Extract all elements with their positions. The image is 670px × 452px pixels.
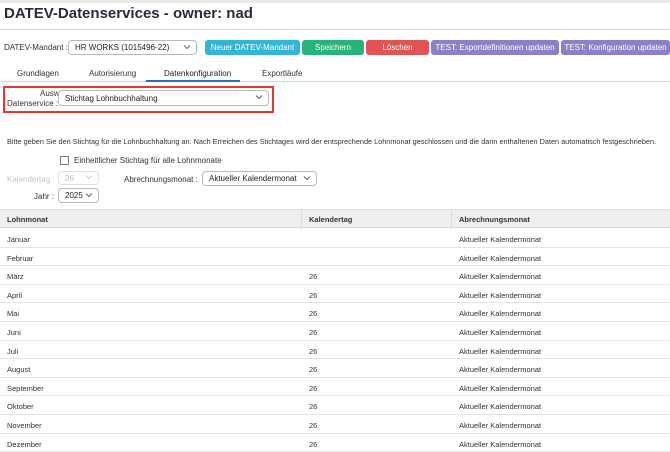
mandant-select-value: HR WORKS (1015496-22) [75, 43, 170, 52]
table-row[interactable]: April 26 Aktueller Kalendermonat [0, 285, 670, 304]
cell-abrechnungsmonat: Aktueller Kalendermonat [459, 272, 542, 282]
kalendertag-select-value: 26 [65, 173, 74, 183]
cell-lohnmonat: August [7, 365, 31, 375]
cell-kalendertag: 26 [309, 346, 318, 356]
cell-kalendertag: 26 [309, 290, 318, 300]
tab-datenkonfiguration[interactable]: Datenkonfiguration [164, 69, 231, 78]
table-row[interactable]: Februar Aktueller Kalendermonat [0, 248, 670, 267]
save-button[interactable]: Speichern [302, 40, 364, 55]
cell-lohnmonat: Oktober [7, 402, 34, 412]
cell-lohnmonat: November [7, 420, 42, 430]
header-abrechnungsmonat[interactable]: Abrechnungsmonat [459, 215, 530, 224]
cell-lohnmonat: Februar [7, 253, 34, 263]
tabs-divider [0, 81, 670, 82]
cell-abrechnungsmonat: Aktueller Kalendermonat [459, 290, 542, 300]
table-row[interactable]: Juni 26 Aktueller Kalendermonat [0, 322, 670, 341]
cell-kalendertag: 26 [309, 402, 318, 412]
cell-abrechnungsmonat: Aktueller Kalendermonat [459, 383, 542, 393]
cell-abrechnungsmonat: Aktueller Kalendermonat [459, 235, 542, 244]
cell-kalendertag: 26 [309, 309, 318, 319]
chevron-down-icon [85, 192, 93, 197]
cell-abrechnungsmonat: Aktueller Kalendermonat [459, 346, 542, 356]
cell-lohnmonat: September [7, 383, 44, 393]
abrechnungsmonat-label: Abrechnungsmonat : [124, 175, 198, 184]
kalendertag-select: 26 [58, 171, 99, 185]
header-kalendertag[interactable]: Kalendertag [309, 215, 352, 224]
cell-abrechnungsmonat: Aktueller Kalendermonat [459, 309, 542, 319]
tab-grundlagen[interactable]: Grundlagen [17, 69, 59, 78]
header-lohnmonat[interactable]: Lohnmonat [7, 215, 48, 224]
info-text: Bitte geben Sie den Stichtag für die Loh… [7, 137, 657, 146]
uniform-deadline-checkbox[interactable] [60, 156, 69, 165]
mandant-select[interactable]: HR WORKS (1015496-22) [68, 40, 197, 55]
cell-kalendertag: 26 [309, 383, 318, 393]
tab-bar: Grundlagen Autorisierung Datenkonfigurat… [0, 64, 670, 82]
active-tab-indicator [146, 80, 240, 82]
jahr-select[interactable]: 2025 [58, 188, 99, 203]
cell-abrechnungsmonat: Aktueller Kalendermonat [459, 365, 542, 375]
top-border [0, 0, 670, 3]
cell-lohnmonat: Juli [7, 346, 19, 356]
datenservice-select[interactable]: Stichtag Lohnbuchhaltung [58, 90, 269, 106]
cell-lohnmonat: Januar [7, 235, 30, 244]
chevron-down-icon [183, 44, 191, 49]
title-divider [0, 29, 670, 30]
table-body: Januar Aktueller Kalendermonat Februar Akt… [0, 229, 670, 452]
new-mandant-button[interactable]: Neuer DATEV-Mandant [205, 40, 300, 55]
cell-kalendertag: 26 [309, 327, 318, 337]
cell-kalendertag: 26 [309, 365, 318, 375]
chevron-down-icon [255, 95, 263, 100]
cell-kalendertag: 26 [309, 272, 318, 282]
cell-abrechnungsmonat: Aktueller Kalendermonat [459, 439, 542, 449]
jahr-select-value: 2025 [65, 191, 83, 200]
table-row[interactable]: Juli 26 Aktueller Kalendermonat [0, 341, 670, 360]
tab-autorisierung[interactable]: Autorisierung [89, 69, 136, 78]
page-title: DATEV-Datenservices - owner: nad [4, 5, 253, 22]
cell-lohnmonat: Dezember [7, 439, 42, 449]
uniform-deadline-label: Einheitlicher Stichtag für alle Lohnmona… [74, 156, 222, 165]
abrechnungsmonat-select-value: Aktueller Kalendermonat [209, 174, 297, 183]
tab-exportlaeufe[interactable]: Exportläufe [262, 69, 302, 78]
delete-button[interactable]: Löschen [366, 40, 429, 55]
table-row[interactable]: August 26 Aktueller Kalendermonat [0, 359, 670, 378]
cell-lohnmonat: März [7, 272, 24, 282]
column-separator [301, 210, 302, 229]
cell-lohnmonat: Juni [7, 327, 21, 337]
abrechnungsmonat-select[interactable]: Aktueller Kalendermonat [202, 171, 317, 186]
kalendertag-label: Kalendertag : [7, 175, 55, 184]
chevron-down-icon [85, 175, 93, 180]
table-row[interactable]: Mai 26 Aktueller Kalendermonat [0, 303, 670, 322]
cell-lohnmonat: Mai [7, 309, 20, 319]
cell-abrechnungsmonat: Aktueller Kalendermonat [459, 420, 542, 430]
table-row[interactable]: Januar Aktueller Kalendermonat [0, 229, 670, 248]
datenservice-select-value: Stichtag Lohnbuchhaltung [65, 93, 158, 103]
cell-lohnmonat: April [7, 290, 23, 300]
table-row[interactable]: März 26 Aktueller Kalendermonat [0, 266, 670, 285]
table-row[interactable]: Dezember 26 Aktueller Kalendermonat [0, 434, 670, 452]
test-config-button[interactable]: TEST: Konfiguration updaten [561, 40, 670, 55]
table-row[interactable]: November 26 Aktueller Kalendermonat [0, 415, 670, 434]
table-row[interactable]: Oktober 26 Aktueller Kalendermonat [0, 396, 670, 415]
jahr-label: Jahr : [34, 192, 55, 201]
cell-abrechnungsmonat: Aktueller Kalendermonat [459, 253, 542, 263]
cell-kalendertag: 26 [309, 420, 318, 430]
table-header: Lohnmonat Kalendertag Abrechnungsmonat [0, 209, 670, 229]
mandant-label: DATEV-Mandant : [4, 43, 68, 52]
cell-abrechnungsmonat: Aktueller Kalendermonat [459, 327, 542, 337]
chevron-down-icon [303, 175, 311, 180]
cell-kalendertag: 26 [309, 439, 318, 449]
column-separator [451, 210, 452, 229]
test-export-definitions-button[interactable]: TEST: Exportdefinitionen updaten [431, 40, 559, 55]
datenservice-label-line2: Datenservice : [7, 99, 59, 108]
cell-abrechnungsmonat: Aktueller Kalendermonat [459, 402, 542, 412]
table-row[interactable]: September 26 Aktueller Kalendermonat [0, 378, 670, 397]
